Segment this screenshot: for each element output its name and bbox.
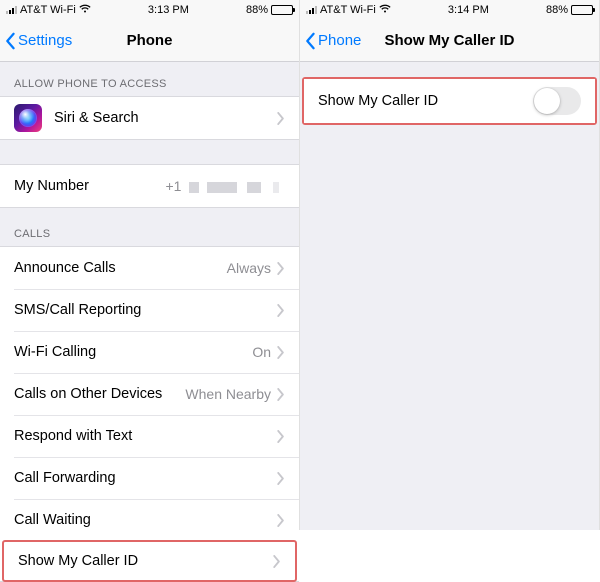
nav-back-label: Settings — [18, 32, 72, 49]
siri-icon — [14, 104, 42, 132]
row-label: Respond with Text — [14, 428, 277, 444]
caller-id-toggle[interactable] — [533, 87, 581, 115]
chevron-right-icon — [273, 555, 281, 568]
chevron-right-icon — [277, 304, 285, 317]
siri-label: Siri & Search — [54, 110, 277, 126]
spacer — [0, 140, 299, 164]
my-number-label: My Number — [14, 178, 165, 194]
row-respond-with-text[interactable]: Respond with Text — [0, 415, 299, 457]
chevron-right-icon — [277, 514, 285, 527]
row-label: Calls on Other Devices — [14, 386, 185, 402]
highlight-caller-id-toggle: Show My Caller ID — [302, 77, 597, 125]
group-access: Siri & Search — [0, 96, 299, 140]
my-number-value: +1 — [165, 178, 279, 194]
carrier-label: AT&T Wi-Fi — [20, 4, 76, 16]
nav-bar: Phone Show My Caller ID — [300, 20, 599, 62]
nav-back-label: Phone — [318, 32, 361, 49]
row-label: SMS/Call Reporting — [14, 302, 277, 318]
signal-icon — [6, 6, 17, 14]
screen-left-phone-settings: AT&T Wi-Fi 3:13 PM 88% Settings Phone AL… — [0, 0, 300, 530]
status-time: 3:13 PM — [91, 4, 246, 16]
row-label: Call Waiting — [14, 512, 277, 528]
section-header-allow-access: ALLOW PHONE TO ACCESS — [0, 62, 299, 96]
chevron-left-icon — [304, 32, 316, 50]
wifi-icon — [379, 4, 391, 16]
nav-bar: Settings Phone — [0, 20, 299, 62]
spacer — [300, 62, 599, 78]
battery-icon — [271, 5, 293, 15]
status-right: 88% — [546, 4, 593, 16]
group-caller-id: Show My Caller ID — [304, 79, 595, 123]
row-label: Call Forwarding — [14, 470, 277, 486]
battery-icon — [571, 5, 593, 15]
row-call-waiting[interactable]: Call Waiting — [0, 499, 299, 541]
row-value: When Nearby — [185, 386, 271, 402]
signal-icon — [306, 6, 317, 14]
row-announce-calls[interactable]: Announce Calls Always — [0, 247, 299, 289]
row-call-forwarding[interactable]: Call Forwarding — [0, 457, 299, 499]
screen-right-show-caller-id: AT&T Wi-Fi 3:14 PM 88% Phone Show My Cal… — [300, 0, 600, 530]
carrier-label: AT&T Wi-Fi — [320, 4, 376, 16]
highlight-show-caller-id: Show My Caller ID — [2, 540, 297, 582]
status-left: AT&T Wi-Fi — [306, 4, 391, 16]
status-bar: AT&T Wi-Fi 3:13 PM 88% — [0, 0, 299, 20]
wifi-icon — [79, 4, 91, 16]
chevron-left-icon — [4, 32, 16, 50]
group-calls: Announce Calls Always SMS/Call Reporting… — [0, 246, 299, 582]
row-siri-search[interactable]: Siri & Search — [0, 97, 299, 139]
chevron-right-icon — [277, 346, 285, 359]
chevron-right-icon — [277, 388, 285, 401]
status-left: AT&T Wi-Fi — [6, 4, 91, 16]
status-time: 3:14 PM — [391, 4, 546, 16]
nav-back-button[interactable]: Settings — [0, 32, 72, 50]
nav-back-button[interactable]: Phone — [300, 32, 361, 50]
status-bar: AT&T Wi-Fi 3:14 PM 88% — [300, 0, 599, 20]
row-label: Announce Calls — [14, 260, 227, 276]
row-value: On — [252, 344, 271, 360]
toggle-label: Show My Caller ID — [318, 93, 533, 109]
group-my-number: My Number +1 — [0, 164, 299, 208]
chevron-right-icon — [277, 112, 285, 125]
chevron-right-icon — [277, 472, 285, 485]
row-wifi-calling[interactable]: Wi-Fi Calling On — [0, 331, 299, 373]
battery-pct-label: 88% — [246, 4, 268, 16]
row-label: Wi-Fi Calling — [14, 344, 252, 360]
my-number-prefix: +1 — [165, 178, 181, 194]
row-sms-call-reporting[interactable]: SMS/Call Reporting — [0, 289, 299, 331]
row-my-number[interactable]: My Number +1 — [0, 165, 299, 207]
section-header-calls: CALLS — [0, 208, 299, 246]
battery-pct-label: 88% — [546, 4, 568, 16]
row-show-my-caller-id[interactable]: Show My Caller ID — [4, 542, 295, 580]
row-calls-other-devices[interactable]: Calls on Other Devices When Nearby — [0, 373, 299, 415]
row-value: Always — [227, 260, 271, 276]
status-right: 88% — [246, 4, 293, 16]
row-show-my-caller-id-toggle: Show My Caller ID — [304, 79, 595, 123]
chevron-right-icon — [277, 262, 285, 275]
row-label: Show My Caller ID — [18, 553, 273, 569]
chevron-right-icon — [277, 430, 285, 443]
